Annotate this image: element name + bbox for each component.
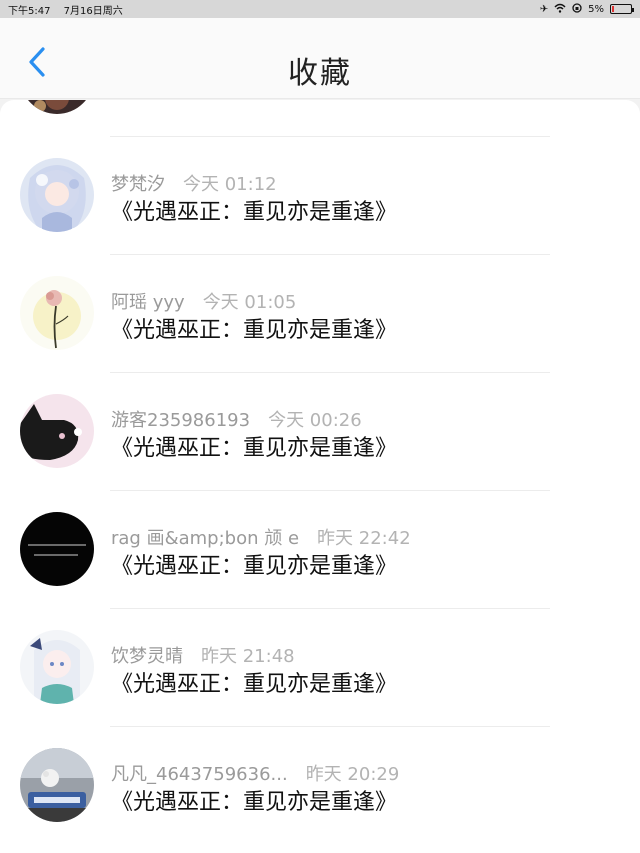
item-meta: 凡凡_4643759636... 昨天 20:29 [111,760,399,786]
timestamp: 今天 00:26 [268,410,362,431]
timestamp: 昨天 20:29 [305,764,400,785]
timestamp: 昨天 22:42 [317,528,411,549]
post-title[interactable]: 《光遇巫正：重见亦是重逢》 [111,194,397,226]
post-title[interactable]: 《光遇巫正：重见亦是重逢》 [111,784,397,816]
user-avatar[interactable] [20,630,94,704]
avatar-partial [20,100,94,114]
item-meta: 饮梦灵晴 昨天 21:48 [111,642,295,668]
divider [110,136,550,137]
user-name[interactable]: rag 画&amp;bon 颃 e [111,528,299,549]
favorites-list[interactable]: 梦梵汐 今天 01:12 《光遇巫正：重见亦是重逢》 阿瑶 yyy 今天 01:05… [0,100,640,853]
post-title[interactable]: 《光遇巫正：重见亦是重逢》 [111,666,397,698]
post-title[interactable]: 《光遇巫正：重见亦是重逢》 [111,312,397,344]
divider [110,608,550,609]
orientation-lock-icon [572,2,582,16]
wifi-icon [554,3,566,16]
timestamp: 今天 01:12 [183,174,277,195]
item-meta: rag 画&amp;bon 颃 e 昨天 22:42 [111,524,411,550]
divider [110,490,550,491]
user-name[interactable]: 阿瑶 yyy [111,292,185,313]
user-avatar[interactable] [20,512,94,586]
status-bar: 下午5:47 7月16日周六 ✈ 5% [0,0,640,18]
battery-icon [610,4,634,14]
user-name[interactable]: 梦梵汐 [111,174,165,195]
timestamp: 今天 01:05 [202,292,297,313]
divider [110,372,550,373]
item-meta: 阿瑶 yyy 今天 01:05 [111,288,296,314]
airplane-icon: ✈ [539,3,549,15]
status-date: 7月16日周六 [63,5,123,17]
post-title[interactable]: 《光遇巫正：重见亦是重逢》 [111,548,397,580]
nav-bar: 收藏 [0,18,640,99]
list-item[interactable]: 饮梦灵晴 昨天 21:48 《光遇巫正：重见亦是重逢》 [0,608,640,726]
post-title[interactable]: 《光遇巫正：重见亦是重逢》 [111,430,397,462]
status-time: 下午5:47 [8,5,51,17]
list-item[interactable]: 凡凡_4643759636... 昨天 20:29 《光遇巫正：重见亦是重逢》 [0,726,640,844]
list-item[interactable]: 梦梵汐 今天 01:12 《光遇巫正：重见亦是重逢》 [0,136,640,254]
user-avatar[interactable] [20,394,94,468]
list-item[interactable]: rag 画&amp;bon 颃 e 昨天 22:42 《光遇巫正：重见亦是重逢》 [0,490,640,608]
item-meta: 游客235986193 今天 00:26 [111,406,362,432]
user-name[interactable]: 凡凡_4643759636... [111,764,288,785]
user-name[interactable]: 游客235986193 [111,410,250,431]
divider [110,254,550,255]
list-item[interactable]: 阿瑶 yyy 今天 01:05 《光遇巫正：重见亦是重逢》 [0,254,640,372]
user-name[interactable]: 饮梦灵晴 [111,646,183,667]
page-title: 收藏 [288,56,352,91]
user-avatar[interactable] [20,158,94,232]
item-meta: 梦梵汐 今天 01:12 [111,170,277,196]
divider [110,726,550,727]
list-item[interactable]: 游客235986193 今天 00:26 《光遇巫正：重见亦是重逢》 [0,372,640,490]
user-avatar[interactable] [20,276,94,350]
battery-percent: 5% [588,3,604,15]
timestamp: 昨天 21:48 [201,646,295,667]
user-avatar[interactable] [20,748,94,822]
